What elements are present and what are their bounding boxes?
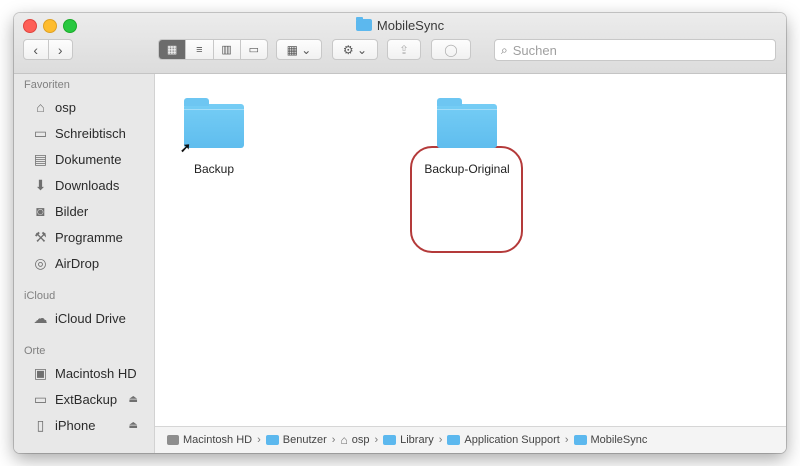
search-icon: ⌕ bbox=[501, 42, 508, 57]
home-icon: ⌂ bbox=[36, 99, 45, 115]
path-item-mobilesync[interactable]: MobileSync bbox=[573, 434, 648, 446]
chevron-right-icon: › bbox=[564, 434, 569, 446]
share-icon: ⇪ bbox=[398, 42, 410, 57]
action-button[interactable]: ⚙ ⌄ bbox=[332, 39, 378, 60]
path-item-macintosh-hd[interactable]: Macintosh HD bbox=[167, 434, 252, 446]
forward-button[interactable]: › bbox=[49, 42, 73, 58]
window-title: MobileSync bbox=[14, 17, 786, 33]
sidebar-item-label: Dokumente bbox=[55, 151, 122, 167]
tags-button[interactable]: ◯ bbox=[431, 39, 471, 60]
sidebar-section-favorites: Favoriten bbox=[24, 79, 70, 91]
sidebar-item-label: Macintosh HD bbox=[55, 365, 137, 381]
external-drive-icon: ▭ bbox=[33, 390, 48, 407]
eject-icon[interactable]: ⏏ bbox=[129, 394, 138, 405]
search-placeholder: Suchen bbox=[512, 42, 557, 58]
path-label: osp bbox=[351, 434, 370, 446]
sidebar-item-dokumente[interactable]: ▤ Dokumente bbox=[32, 148, 150, 170]
file-item-backup-original[interactable]: Backup-Original bbox=[417, 94, 517, 184]
gallery-view-icon[interactable]: ▭ bbox=[241, 40, 267, 59]
folder-icon bbox=[383, 435, 397, 445]
alias-arrow-icon: ➚ bbox=[180, 140, 191, 155]
sidebar-item-extbackup[interactable]: ▭ ExtBackup ⏏ bbox=[32, 388, 150, 410]
finder-window: MobileSync ‹ › ▦ ≡ ▥ ▭ ▦ ⌄ ⚙ ⌄ ⇪ ◯ ⌕ Suc… bbox=[14, 13, 786, 453]
file-item-backup[interactable]: ➚ Backup bbox=[177, 94, 251, 184]
chevron-right-icon: › bbox=[331, 434, 336, 446]
hard-drive-icon: ▣ bbox=[33, 364, 48, 381]
sidebar-item-label: iCloud Drive bbox=[55, 310, 126, 326]
home-icon: ⌂ bbox=[340, 433, 348, 447]
folder-icon bbox=[184, 98, 244, 148]
downloads-icon: ⬇ bbox=[34, 176, 47, 193]
path-item-application-support[interactable]: Application Support bbox=[447, 434, 560, 446]
view-mode-group: ▦ ≡ ▥ ▭ bbox=[158, 39, 268, 60]
sidebar-item-icloud-drive[interactable]: ☁ iCloud Drive bbox=[32, 307, 150, 329]
eject-icon[interactable]: ⏏ bbox=[129, 420, 138, 431]
desktop-icon: ▭ bbox=[33, 124, 48, 141]
list-view-icon[interactable]: ≡ bbox=[186, 40, 214, 59]
sidebar-item-macintosh-hd[interactable]: ▣ Macintosh HD bbox=[32, 362, 150, 384]
folder-icon bbox=[447, 435, 461, 445]
camera-icon: ◙ bbox=[36, 203, 45, 219]
search-field[interactable]: ⌕ Suchen bbox=[494, 39, 776, 61]
airdrop-icon: ◎ bbox=[34, 254, 47, 271]
cloud-icon: ☁ bbox=[33, 309, 48, 326]
sidebar-item-osp[interactable]: ⌂ osp bbox=[32, 96, 150, 118]
tag-icon: ◯ bbox=[444, 42, 458, 57]
title-bar: MobileSync ‹ › ▦ ≡ ▥ ▭ ▦ ⌄ ⚙ ⌄ ⇪ ◯ ⌕ Suc… bbox=[14, 13, 786, 74]
file-browser: ➚ Backup Backup-Original bbox=[155, 74, 786, 426]
group-by-icon: ▦ ⌄ bbox=[286, 42, 312, 57]
sidebar-item-label: AirDrop bbox=[55, 255, 100, 271]
back-button[interactable]: ‹ bbox=[24, 42, 48, 58]
sidebar-item-programme[interactable]: ⚒ Programme bbox=[32, 226, 150, 248]
chevron-right-icon: › bbox=[374, 434, 379, 446]
gear-icon: ⚙ ⌄ bbox=[342, 42, 368, 57]
folder-icon bbox=[355, 17, 372, 31]
chevron-right-icon: › bbox=[257, 434, 261, 446]
iphone-icon: ▯ bbox=[36, 416, 45, 433]
path-bar: Macintosh HD › Benutzer › ⌂ osp › Library… bbox=[155, 426, 786, 453]
sidebar-item-label: Programme bbox=[55, 229, 123, 245]
path-label: Library bbox=[400, 434, 434, 446]
path-item-benutzer[interactable]: Benutzer bbox=[265, 434, 327, 446]
sidebar-item-iphone[interactable]: ▯ iPhone ⏏ bbox=[32, 414, 150, 436]
sidebar-item-airdrop[interactable]: ◎ AirDrop bbox=[32, 252, 150, 274]
hard-drive-icon bbox=[167, 435, 179, 445]
sidebar-item-label: Schreibtisch bbox=[55, 125, 126, 141]
column-view-icon[interactable]: ▥ bbox=[214, 40, 241, 59]
sidebar-item-label: iPhone bbox=[55, 417, 96, 433]
folder-icon bbox=[265, 435, 279, 445]
sidebar-item-label: Bilder bbox=[55, 203, 89, 219]
path-label: MobileSync bbox=[590, 434, 648, 446]
sidebar-item-downloads[interactable]: ⬇ Downloads bbox=[32, 174, 150, 196]
path-label: Application Support bbox=[464, 434, 560, 446]
path-item-osp[interactable]: ⌂ osp bbox=[340, 433, 369, 447]
sidebar-item-schreibtisch[interactable]: ▭ Schreibtisch bbox=[32, 122, 150, 144]
group-by-button[interactable]: ▦ ⌄ bbox=[276, 39, 322, 60]
sidebar-section-orte: Orte bbox=[24, 345, 46, 357]
sidebar-item-label: Downloads bbox=[55, 177, 120, 193]
sidebar-item-bilder[interactable]: ◙ Bilder bbox=[32, 200, 150, 222]
path-label: Macintosh HD bbox=[183, 434, 253, 446]
folder-icon bbox=[437, 98, 497, 148]
documents-icon: ▤ bbox=[33, 150, 48, 167]
sidebar: Favoriten ⌂ osp ▭ Schreibtisch ▤ Dokumente … bbox=[14, 74, 155, 453]
path-item-library[interactable]: Library bbox=[383, 434, 434, 446]
file-name: Backup-Original bbox=[424, 162, 510, 176]
sidebar-item-label: osp bbox=[55, 99, 76, 115]
navigation-group: ‹ › bbox=[23, 39, 73, 60]
share-button[interactable]: ⇪ bbox=[387, 39, 421, 60]
sidebar-section-icloud: iCloud bbox=[24, 290, 56, 302]
path-label: Benutzer bbox=[282, 434, 327, 446]
icon-view-icon[interactable]: ▦ bbox=[159, 40, 187, 59]
sidebar-item-label: ExtBackup bbox=[55, 391, 118, 407]
chevron-right-icon: › bbox=[438, 434, 443, 446]
window-title-text: MobileSync bbox=[376, 18, 445, 33]
file-name: Backup bbox=[193, 162, 235, 176]
applications-icon: ⚒ bbox=[34, 228, 47, 245]
folder-icon bbox=[573, 435, 587, 445]
